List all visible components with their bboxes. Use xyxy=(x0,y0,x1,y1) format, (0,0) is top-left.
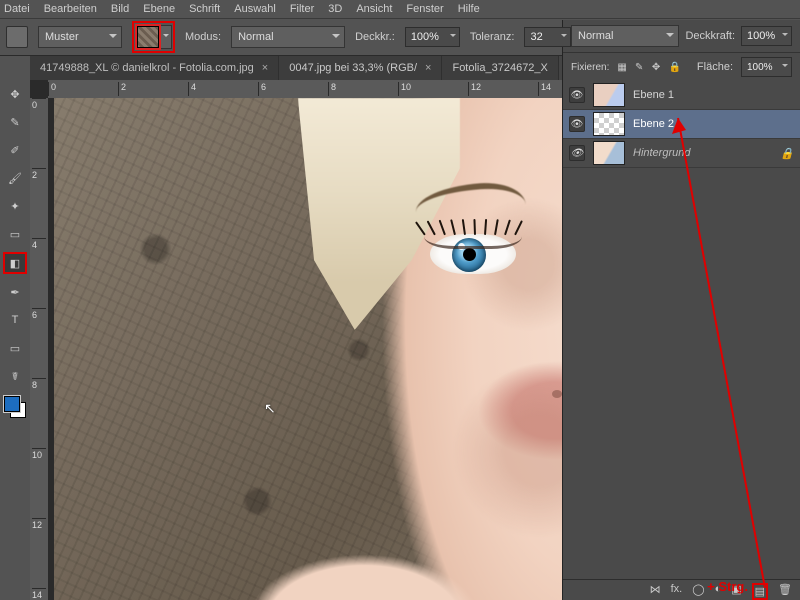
fill-label: Fläche: xyxy=(697,61,733,73)
annotation-text: + Strg. xyxy=(707,579,748,594)
close-icon[interactable]: × xyxy=(262,62,268,74)
canvas[interactable]: ↖ xyxy=(54,98,562,600)
fill-input[interactable]: 100% xyxy=(741,57,792,77)
tolerance-input[interactable]: 32 xyxy=(524,27,571,47)
lock-position-icon[interactable]: ✥ xyxy=(652,60,661,74)
link-layers-icon[interactable]: ⋈ xyxy=(650,583,661,600)
mode-label: Modus: xyxy=(185,31,221,43)
hand-tool-icon[interactable]: ☤ xyxy=(4,366,26,386)
ruler-vertical[interactable]: 0 2 4 6 8 10 12 14 xyxy=(30,98,49,600)
paint-bucket-tool-icon[interactable]: ◧ xyxy=(3,252,27,274)
layer-thumbnail[interactable] xyxy=(593,141,625,165)
visibility-toggle-icon[interactable]: 👁 xyxy=(569,145,585,161)
visibility-toggle-icon[interactable]: 👁 xyxy=(569,87,585,103)
layer-thumbnail[interactable] xyxy=(593,83,625,107)
fill-type-dropdown[interactable]: Muster xyxy=(38,26,122,48)
layer-opacity-input[interactable]: 100% xyxy=(741,26,792,46)
foreground-color-swatch[interactable] xyxy=(4,396,20,412)
ruler-horizontal[interactable]: 0 2 4 6 8 10 12 14 xyxy=(48,80,562,99)
color-swatches[interactable] xyxy=(4,396,26,418)
layer-fx-icon[interactable]: fx. xyxy=(671,583,683,600)
lock-pixels-icon[interactable]: ▦ xyxy=(617,60,626,74)
gradient-tool-icon[interactable]: ▭ xyxy=(4,224,26,244)
ruler-frame: 0 2 4 6 8 10 12 14 0 2 4 6 8 10 12 14 xyxy=(30,80,562,600)
blend-mode-dropdown[interactable]: Normal xyxy=(571,25,679,47)
menu-filter[interactable]: Filter xyxy=(290,3,314,15)
delete-layer-icon[interactable]: 🗑 xyxy=(778,583,792,600)
layer-thumbnail[interactable] xyxy=(593,112,625,136)
layer-row[interactable]: 👁 Hintergrund 🔒 xyxy=(563,139,800,168)
eyedropper-tool-icon[interactable]: ✐ xyxy=(4,140,26,160)
stamp-tool-icon[interactable]: ✦ xyxy=(4,196,26,216)
mode-dropdown[interactable]: Normal xyxy=(231,26,345,48)
menu-schrift[interactable]: Schrift xyxy=(189,3,220,15)
menu-bearbeiten[interactable]: Bearbeiten xyxy=(44,3,97,15)
layer-row[interactable]: 👁 Ebene 2 xyxy=(563,110,800,139)
layer-opacity-label: Deckkraft: xyxy=(685,30,735,42)
new-layer-icon[interactable]: ▤ xyxy=(752,583,768,600)
document-tab[interactable]: Fotolia_3724672_X xyxy=(442,56,558,80)
tolerance-label: Toleranz: xyxy=(470,31,515,43)
menu-hilfe[interactable]: Hilfe xyxy=(458,3,480,15)
menu-3d[interactable]: 3D xyxy=(328,3,342,15)
layer-name[interactable]: Hintergrund xyxy=(633,147,690,159)
layers-panel: Normal Deckkraft: 100% Fixieren: ▦ ✎ ✥ 🔒… xyxy=(562,20,800,600)
layer-row[interactable]: 👁 Ebene 1 xyxy=(563,81,800,110)
pattern-swatch[interactable] xyxy=(135,24,161,50)
lock-brush-icon[interactable]: ✎ xyxy=(635,60,644,74)
opacity-input[interactable]: 100% xyxy=(405,27,460,47)
menu-datei[interactable]: Datei xyxy=(4,3,30,15)
menu-bild[interactable]: Bild xyxy=(111,3,129,15)
layers-list: 👁 Ebene 1 👁 Ebene 2 👁 Hintergrund 🔒 xyxy=(563,81,800,579)
type-tool-icon[interactable]: T xyxy=(4,310,26,330)
canvas-image xyxy=(54,98,562,600)
lasso-tool-icon[interactable]: ✎ xyxy=(4,112,26,132)
pattern-picker-arrow-icon[interactable] xyxy=(161,25,172,49)
move-tool-icon[interactable]: ✥ xyxy=(4,84,26,104)
menu-fenster[interactable]: Fenster xyxy=(406,3,443,15)
layer-mask-icon[interactable]: ◯ xyxy=(692,583,704,600)
rectangle-tool-icon[interactable]: ▭ xyxy=(4,338,26,358)
visibility-toggle-icon[interactable]: 👁 xyxy=(569,116,585,132)
pattern-swatch-highlight xyxy=(132,21,175,53)
document-tab[interactable]: 0047.jpg bei 33,3% (RGB/× xyxy=(279,56,442,80)
layer-name[interactable]: Ebene 2 xyxy=(633,118,674,130)
document-tabs: 41749888_XL © danielkrol - Fotolia.com.j… xyxy=(30,56,562,80)
lock-all-icon[interactable]: 🔒 xyxy=(668,60,680,74)
tool-palette: ✥ ✎ ✐ 🖌 ✦ ▭ ◧ ✒ T ▭ ☤ xyxy=(0,56,30,600)
cursor-icon: ↖ xyxy=(264,400,276,417)
close-icon[interactable]: × xyxy=(425,62,431,74)
document-tab[interactable]: 41749888_XL © danielkrol - Fotolia.com.j… xyxy=(30,56,279,80)
document-area: 41749888_XL © danielkrol - Fotolia.com.j… xyxy=(30,56,562,600)
tool-indicator-icon[interactable] xyxy=(6,26,28,48)
lock-label: Fixieren: xyxy=(571,62,609,73)
layer-name[interactable]: Ebene 1 xyxy=(633,89,674,101)
menu-bar: Datei Bearbeiten Bild Ebene Schrift Ausw… xyxy=(0,0,800,18)
menu-auswahl[interactable]: Auswahl xyxy=(234,3,276,15)
lock-icon: 🔒 xyxy=(780,147,794,160)
opacity-label: Deckkr.: xyxy=(355,31,395,43)
pen-tool-icon[interactable]: ✒ xyxy=(4,282,26,302)
brush-tool-icon[interactable]: 🖌 xyxy=(4,168,26,188)
menu-ansicht[interactable]: Ansicht xyxy=(356,3,392,15)
layers-footer: ⋈ fx. ◯ ◐ ▣ ▤ 🗑 xyxy=(563,579,800,600)
menu-ebene[interactable]: Ebene xyxy=(143,3,175,15)
